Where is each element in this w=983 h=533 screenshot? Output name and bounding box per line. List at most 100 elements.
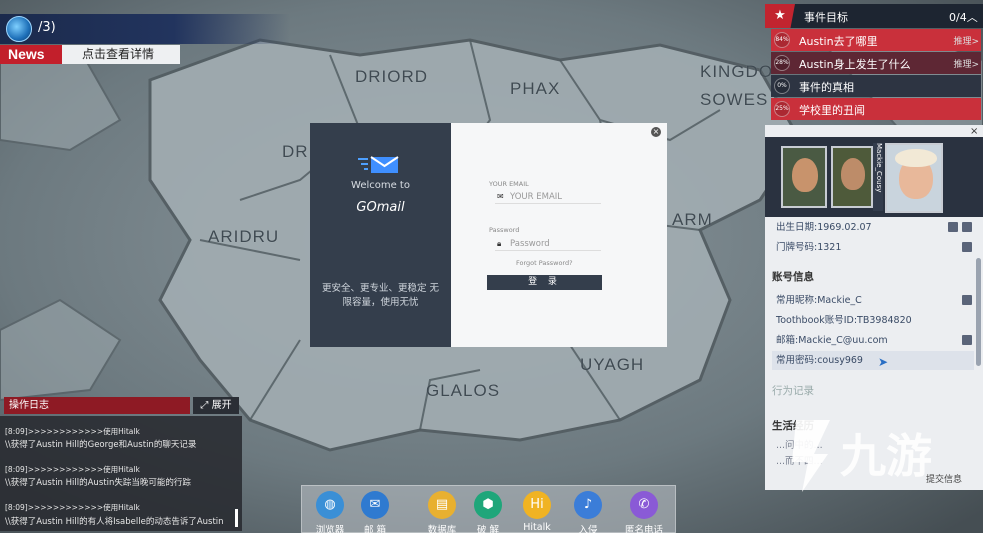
suspect-photo-2[interactable] xyxy=(831,146,873,208)
objective-label: Austin去了哪里 xyxy=(799,35,878,48)
map-label-kingdo: KINGDO xyxy=(700,62,774,81)
reveal-icon[interactable] xyxy=(962,295,972,305)
dialog-close-button[interactable]: × xyxy=(651,127,661,137)
map-label-uyagh: UYAGH xyxy=(580,355,645,374)
shield-icon: ⬢ xyxy=(474,491,502,519)
map-label-phax: PHAX xyxy=(510,79,561,98)
objective-label: 学校里的丑闻 xyxy=(799,104,865,117)
objective-infer-link[interactable]: 推理> xyxy=(953,57,979,70)
map-label-glalos: GLALOS xyxy=(426,381,501,400)
document-icon[interactable] xyxy=(962,335,972,345)
expand-icon: ⤢ xyxy=(200,400,212,411)
progress-counter: /3) xyxy=(38,20,56,35)
profile-birthdate: 出生日期:1969.02.07 xyxy=(772,218,974,237)
objective-label: Austin身上发生了什么 xyxy=(799,58,911,71)
phone-icon: ✆ xyxy=(630,491,658,519)
log-line: [8:09]>>>>>>>>>>>>使用Hitalk xyxy=(5,427,140,436)
email-field[interactable]: ✉ YOUR EMAIL xyxy=(495,190,601,204)
password-label: Password xyxy=(489,226,520,234)
account-toothbook-id: Toothbook账号ID:TB3984820 xyxy=(776,315,912,326)
dock-label: 浏览器 xyxy=(315,525,345,533)
profile-name-tag: Mackie_Cousy xyxy=(873,143,883,211)
profile-scrollbar[interactable] xyxy=(976,258,981,366)
map-label-arm: ARM xyxy=(672,210,713,229)
objective-item[interactable]: 28% Austin身上发生了什么 推理> xyxy=(771,52,981,74)
log-scrollbar[interactable] xyxy=(235,509,238,527)
objectives-count[interactable]: 0/4︿ xyxy=(949,9,978,25)
log-title: 操作日志 xyxy=(4,397,190,414)
objective-progress: 28% xyxy=(774,55,790,71)
behavior-section-title: 行为记录 xyxy=(772,385,814,397)
objective-progress: 84% xyxy=(774,32,790,48)
log-line: \\获得了Austin Hill的有人将Isabelle的动态告诉了Austin xyxy=(5,517,224,527)
brand-name: GOmail xyxy=(356,200,405,215)
dock-item-shield[interactable]: ⬢ 破 解 xyxy=(466,487,510,533)
log-expand-button[interactable]: ⤢ 展开 xyxy=(193,397,239,414)
database-icon: ▤ xyxy=(428,491,456,519)
log-line: \\获得了Austin Hill的George和Austin的聊天记录 xyxy=(5,440,197,450)
login-dialog-form-panel xyxy=(451,123,667,347)
copy-icon[interactable] xyxy=(962,222,972,232)
dock-label: 数据库 xyxy=(427,525,457,533)
dock-label: 匿名电话 xyxy=(624,525,663,533)
watermark-text: 九游 xyxy=(840,429,932,483)
star-icon: ★ xyxy=(765,4,795,28)
forgot-password-link[interactable]: Forgot Password? xyxy=(516,259,573,267)
dock-item-globe[interactable]: ◍ 浏览器 xyxy=(308,487,352,533)
profile-portrait xyxy=(885,143,943,213)
objective-progress: 25% xyxy=(774,101,790,117)
account-nickname: 常用昵称:Mackie_C xyxy=(772,291,974,310)
profile-close-button[interactable]: × xyxy=(970,126,978,137)
hook-icon: ♪ xyxy=(574,491,602,519)
email-label: YOUR EMAIL xyxy=(489,180,529,188)
profile-house-number: 门牌号码:1321 xyxy=(772,238,974,257)
dock-label: Hitalk xyxy=(523,522,551,533)
welcome-text: Welcome to xyxy=(351,180,410,191)
chevron-up-icon[interactable]: ︿ xyxy=(967,11,978,24)
reveal-icon[interactable] xyxy=(948,222,958,232)
log-line: [8:09]>>>>>>>>>>>>使用Hitalk xyxy=(5,503,140,512)
map-label-driord: DRIORD xyxy=(355,67,429,86)
account-password[interactable]: 常用密码:cousy969 ➤ xyxy=(772,351,974,370)
watermark-logo: 九游 xyxy=(792,420,932,492)
email-placeholder: YOUR EMAIL xyxy=(510,192,563,202)
map-label-aridru: ARIDRU xyxy=(208,227,280,246)
password-placeholder: Password xyxy=(510,239,550,249)
objective-progress: 0% xyxy=(774,78,790,94)
dock-item-hitalk[interactable]: Hi Hitalk xyxy=(515,487,559,533)
objective-item[interactable]: 25% 学校里的丑闻 xyxy=(771,98,981,120)
objective-item[interactable]: 84% Austin去了哪里 推理> xyxy=(771,29,981,51)
objective-label: 事件的真相 xyxy=(799,81,854,94)
news-badge: News xyxy=(0,45,62,64)
objective-infer-link[interactable]: 推理> xyxy=(953,34,979,47)
gomail-logo-icon xyxy=(358,156,399,173)
login-button[interactable]: 登 录 xyxy=(487,275,602,290)
dock-item-hook[interactable]: ♪ 入侵 xyxy=(566,487,610,533)
news-detail-link[interactable]: 点击查看详情 xyxy=(82,45,154,64)
slogan-text: 更安全、更专业、更稳定 无限容量，使用无忧 xyxy=(321,283,440,308)
suspect-photo-1[interactable] xyxy=(781,146,827,208)
account-section-title: 账号信息 xyxy=(772,271,814,283)
log-line: \\获得了Austin Hill的Austin失踪当晚可能的行踪 xyxy=(5,478,191,488)
dock-item-database[interactable]: ▤ 数据库 xyxy=(420,487,464,533)
map-label-sowes: SOWES xyxy=(700,90,769,109)
password-field[interactable]: 🔒︎ Password xyxy=(495,237,601,251)
log-line: [8:09]>>>>>>>>>>>>使用Hitalk xyxy=(5,465,140,474)
dock-item-phone[interactable]: ✆ 匿名电话 xyxy=(622,487,666,533)
dock-item-mail[interactable]: ✉ 邮 箱 xyxy=(353,487,397,533)
hitalk-icon: Hi xyxy=(523,491,551,519)
dock-label: 破 解 xyxy=(476,525,500,533)
envelope-icon: ✉ xyxy=(497,192,504,201)
cursor-icon: ➤ xyxy=(878,355,889,369)
objective-item[interactable]: 0% 事件的真相 xyxy=(771,75,981,97)
dock-label: 邮 箱 xyxy=(363,525,387,533)
globe-icon: ◍ xyxy=(316,491,344,519)
objectives-title: 事件目标 xyxy=(804,11,848,24)
lock-icon: 🔒︎ xyxy=(497,239,502,248)
globe-icon[interactable] xyxy=(6,16,32,42)
map-label-dr: DR xyxy=(282,142,309,161)
mail-icon: ✉ xyxy=(361,491,389,519)
account-email: 邮箱:Mackie_C@uu.com xyxy=(772,331,974,350)
reveal-icon[interactable] xyxy=(962,242,972,252)
dock-label: 入侵 xyxy=(578,525,598,533)
